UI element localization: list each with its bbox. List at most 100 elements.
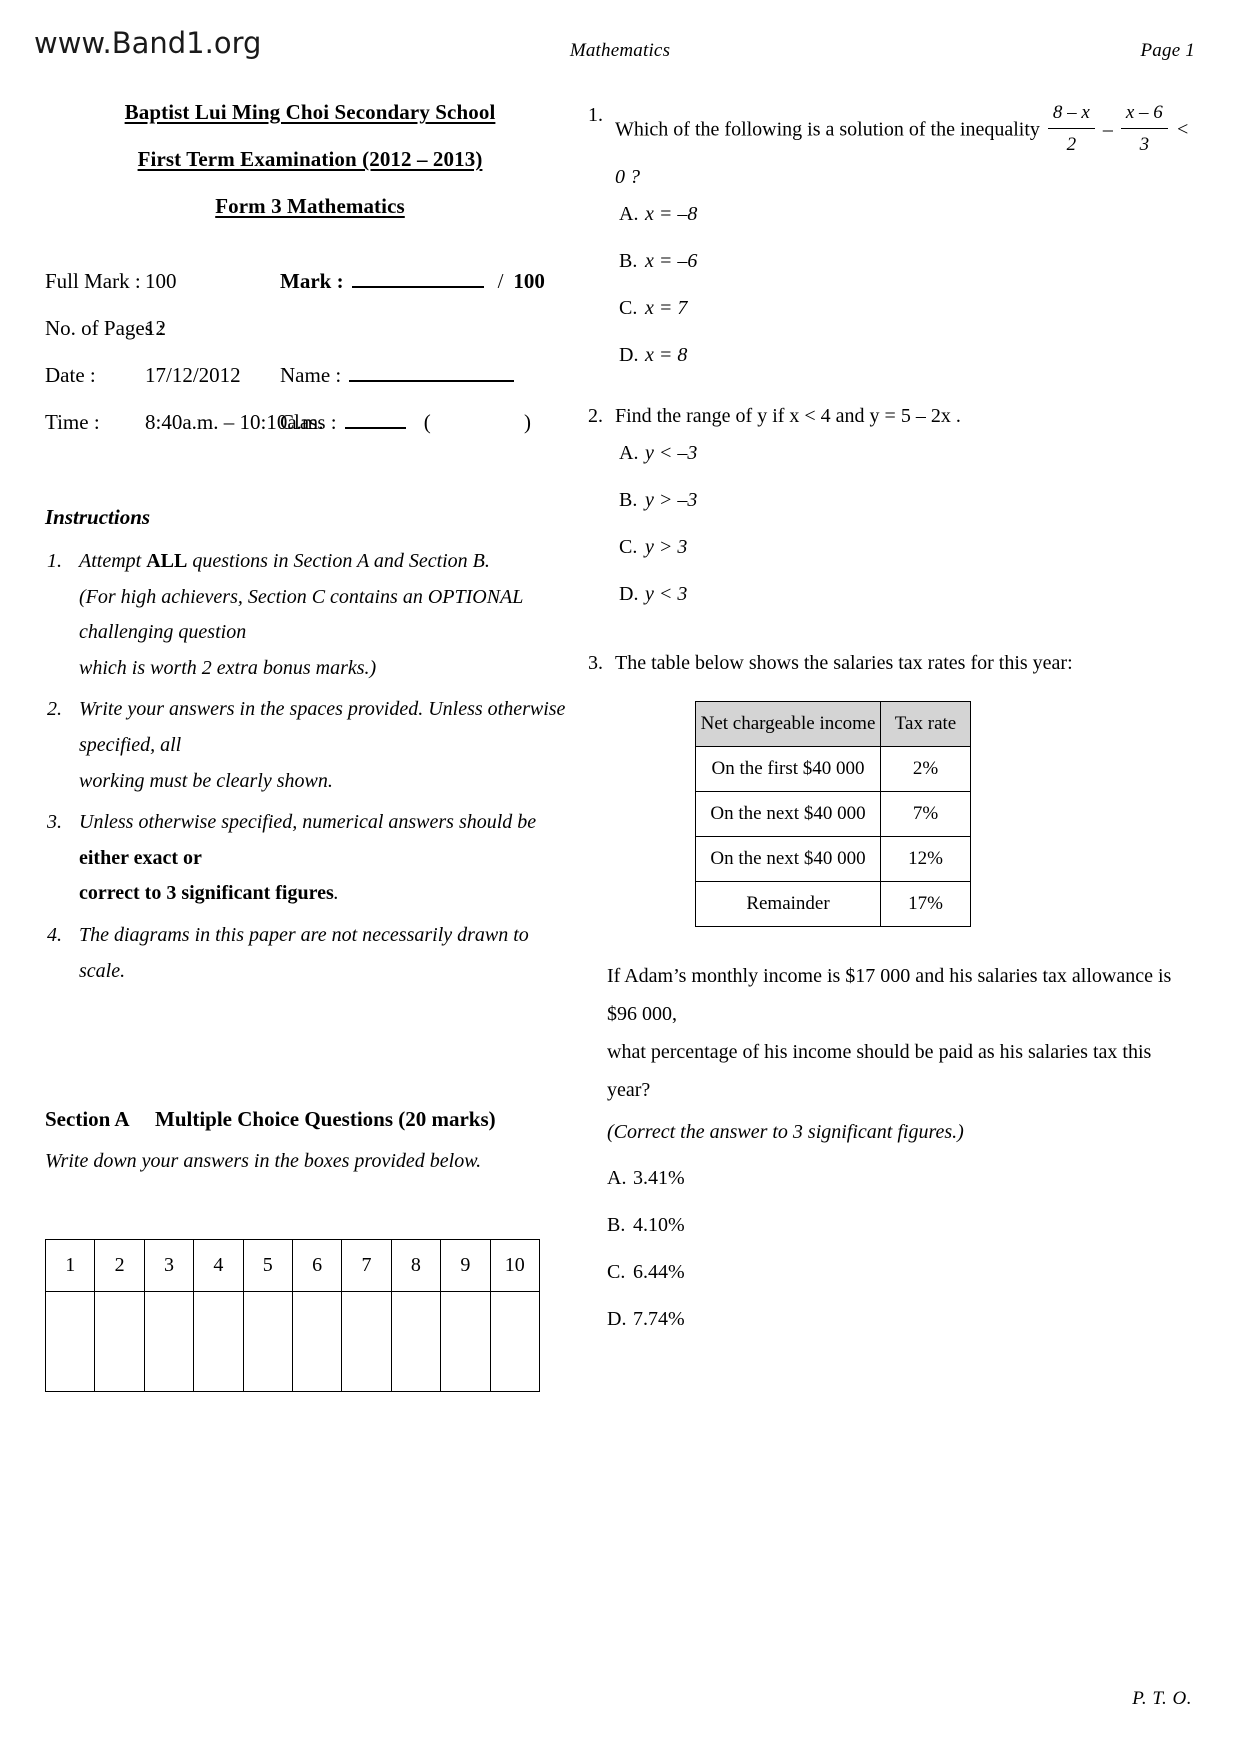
answer-entry-cell[interactable]: [143, 1291, 195, 1393]
option-row[interactable]: A. y < –3: [619, 442, 1195, 465]
row-time: Time : 8:40a.m. – 10:10a.m. Class : ( ): [45, 412, 575, 433]
answer-number-cell: 8: [390, 1239, 442, 1293]
answer-grid: 1 2 3 4 5 6 7 8 9 10: [44, 1239, 541, 1393]
instruction-item: 4. The diagrams in this paper are not ne…: [45, 918, 575, 989]
mark-slash: /: [497, 269, 504, 293]
instruction-cont-2: which is worth 2 extra bonus marks.): [79, 656, 377, 679]
name-input-line[interactable]: [349, 368, 515, 382]
question-3-line-2: what percentage of his income should be …: [607, 1040, 1152, 1101]
answer-number-cell: 2: [94, 1239, 145, 1293]
question-stem: Find the range of y if x < 4 and y = 5 –…: [615, 404, 961, 427]
class-input-line[interactable]: [344, 415, 406, 429]
tax-rate-cell: 17%: [880, 880, 971, 927]
tax-rate-table: Net chargeable income Tax rate On the fi…: [695, 700, 971, 927]
answer-entry-cell[interactable]: [193, 1291, 244, 1393]
table-header-row: Net chargeable income Tax rate: [695, 700, 971, 747]
question-number: 1.: [588, 104, 603, 126]
tax-rate-cell: 2%: [880, 745, 971, 792]
option-row[interactable]: C. x = 7: [619, 297, 1195, 320]
row-pages: No. of Pages : 12: [45, 318, 575, 339]
answer-entry-cell[interactable]: [440, 1291, 491, 1393]
answer-number-cell: 6: [291, 1239, 343, 1293]
option-row[interactable]: D. 7.74%: [607, 1308, 1195, 1331]
option-row[interactable]: B. 4.10%: [607, 1214, 1195, 1237]
instruction-text-rest: questions in Section A and Section B.: [187, 550, 490, 572]
answer-entry-cell[interactable]: [489, 1291, 541, 1393]
exam-title: First Term Examination (2012 – 2013): [137, 147, 483, 171]
instruction-number: 2.: [47, 698, 62, 721]
question-number: 2.: [588, 404, 603, 427]
question-1: 1. Which of the following is a solution …: [585, 100, 1195, 193]
row-full-mark: Full Mark : 100 Mark : / 100: [45, 271, 575, 292]
answer-number-cell: 9: [440, 1239, 491, 1293]
instruction-cont-1: working must be clearly shown.: [79, 769, 333, 792]
option-row[interactable]: A. 3.41%: [607, 1167, 1195, 1190]
date-label: Date :: [45, 363, 96, 387]
full-mark-value: 100: [145, 269, 177, 293]
question-3: 3. The table below shows the salaries ta…: [585, 648, 1195, 679]
question-3-line-1: If Adam’s monthly income is $17 000 and …: [607, 964, 1172, 1025]
option-row[interactable]: D. y < 3: [619, 583, 1195, 606]
answer-entry-cell[interactable]: [291, 1291, 343, 1393]
instruction-cont-1: (For high achievers, Section C contains …: [79, 585, 524, 644]
page-turn-over-note: P. T. O.: [1132, 1688, 1192, 1709]
answer-entry-cell[interactable]: [341, 1291, 392, 1393]
mark-total: 100: [513, 269, 545, 293]
header-page-number: Page 1: [1140, 40, 1195, 61]
table-row: On the next $40 000 12%: [695, 835, 971, 882]
fraction-1: 8 – x 2: [1047, 98, 1095, 160]
answer-entry-cell[interactable]: [94, 1291, 145, 1393]
income-band-cell: On the first $40 000: [695, 745, 881, 792]
question-2-options: A. y < –3 B. y > –3 C. y > 3 D. y < 3: [619, 442, 1195, 606]
answer-number-cell: 4: [193, 1239, 244, 1293]
instruction-text-lead: The diagrams in this paper are not neces…: [79, 923, 529, 982]
right-column: 1. Which of the following is a solution …: [585, 100, 1195, 1355]
instruction-number: 4.: [47, 923, 62, 946]
instructions-list: 1. Attempt ALL questions in Section A an…: [45, 544, 575, 989]
left-column: Baptist Lui Ming Choi Secondary School F…: [44, 92, 575, 1393]
answer-entry-row: [44, 1291, 541, 1393]
answer-entry-cell[interactable]: [242, 1291, 293, 1393]
mark-label: Mark :: [280, 269, 344, 293]
table-row: On the first $40 000 2%: [695, 745, 971, 792]
income-band-cell: Remainder: [695, 880, 881, 927]
column-header-rate: Tax rate: [880, 700, 971, 747]
column-header-income: Net chargeable income: [695, 700, 881, 747]
pages-value: 12: [145, 316, 166, 340]
option-row[interactable]: D. x = 8: [619, 344, 1195, 367]
table-row: On the next $40 000 7%: [695, 790, 971, 837]
fraction-2: x – 6 3: [1120, 98, 1168, 160]
instruction-item: 3. Unless otherwise specified, numerical…: [45, 805, 575, 912]
answer-number-cell: 5: [242, 1239, 293, 1293]
instruction-cont-1: correct to 3 significant figures.: [79, 882, 339, 905]
instruction-item: 1. Attempt ALL questions in Section A an…: [45, 544, 575, 686]
question-stem: Which of the following is a solution of …: [615, 100, 1195, 193]
question-3-note: (Correct the answer to 3 significant fig…: [607, 1120, 964, 1143]
income-band-cell: On the next $40 000: [695, 835, 881, 882]
section-a-label: Section A: [45, 1107, 130, 1132]
date-value: 17/12/2012: [145, 363, 241, 387]
answer-entry-cell[interactable]: [44, 1291, 96, 1393]
instruction-item: 2. Write your answers in the spaces prov…: [45, 692, 575, 799]
question-stem: The table below shows the salaries tax r…: [615, 651, 1073, 674]
tax-rate-cell: 12%: [880, 835, 971, 882]
name-label: Name :: [280, 363, 342, 387]
option-row[interactable]: B. y > –3: [619, 489, 1195, 512]
school-name: Baptist Lui Ming Choi Secondary School: [124, 100, 496, 124]
class-parentheses: ( ): [423, 410, 575, 434]
answer-entry-cell[interactable]: [390, 1291, 442, 1393]
mark-input-line[interactable]: [351, 274, 484, 288]
exam-page: Form 3 Mathematics Page 1 www.Band1.org …: [0, 0, 1240, 1754]
instruction-text-lead: Attempt: [79, 550, 147, 572]
option-row[interactable]: A. x = –8: [619, 203, 1195, 226]
class-label: Class :: [280, 410, 337, 434]
option-row[interactable]: C. 6.44%: [607, 1261, 1195, 1284]
time-value: 8:40a.m. – 10:10a.m.: [145, 410, 324, 434]
section-a-title: Multiple Choice Questions (20 marks): [155, 1107, 496, 1132]
question-number: 3.: [588, 651, 603, 674]
option-row[interactable]: C. y > 3: [619, 536, 1195, 559]
subject-title: Form 3 Mathematics: [215, 194, 405, 218]
time-label: Time :: [45, 410, 100, 434]
answer-number-cell: 7: [341, 1239, 392, 1293]
option-row[interactable]: B. x = –6: [619, 250, 1195, 273]
